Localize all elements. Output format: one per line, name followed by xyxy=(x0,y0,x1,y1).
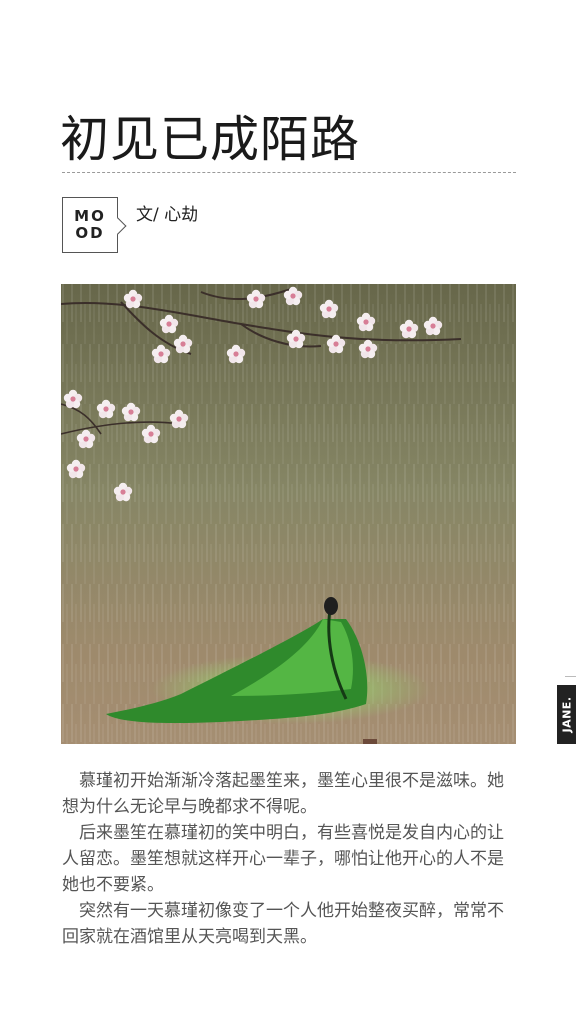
title-divider xyxy=(62,172,516,173)
paragraph-1-text: 慕瑾初开始渐渐冷落起墨笙来，墨笙心里很不是滋味。她想为什么无论早与晚都求不得呢。 xyxy=(62,771,504,817)
side-tag: JANE. xyxy=(557,685,576,744)
paragraph-2-text: 后来墨笙在慕瑾初的笑中明白，有些喜悦是发自内心的让人留恋。墨笙想就这样开心一辈子… xyxy=(62,823,504,895)
side-tag-tick xyxy=(565,676,576,677)
paragraph-3-text: 突然有一天慕瑾初像变了一个人他开始整夜买醉，常常不回家就在酒馆里从天亮喝到天黑。 xyxy=(62,901,504,947)
article-title: 初见已成陌路 xyxy=(60,111,361,168)
article-body: 慕瑾初开始渐渐冷落起墨笙来，墨笙心里很不是滋味。她想为什么无论早与晚都求不得呢。… xyxy=(62,768,514,950)
speech-bubble-tail xyxy=(109,217,127,235)
mood-badge: MO OD xyxy=(62,197,127,253)
side-tag-label: JANE. xyxy=(560,696,574,733)
article-illustration xyxy=(61,284,516,744)
mood-badge-line2: OD xyxy=(75,224,105,242)
paragraph-1: 慕瑾初开始渐渐冷落起墨笙来，墨笙心里很不是滋味。她想为什么无论早与晚都求不得呢。 xyxy=(62,768,514,820)
paragraph-3: 突然有一天慕瑾初像变了一个人他开始整夜买醉，常常不回家就在酒馆里从天亮喝到天黑。 xyxy=(62,898,514,950)
author-byline: 文/ 心劫 xyxy=(136,205,199,225)
mood-badge-line1: MO xyxy=(74,207,106,225)
paragraph-2: 后来墨笙在慕瑾初的笑中明白，有些喜悦是发自内心的让人留恋。墨笙想就这样开心一辈子… xyxy=(62,820,514,898)
